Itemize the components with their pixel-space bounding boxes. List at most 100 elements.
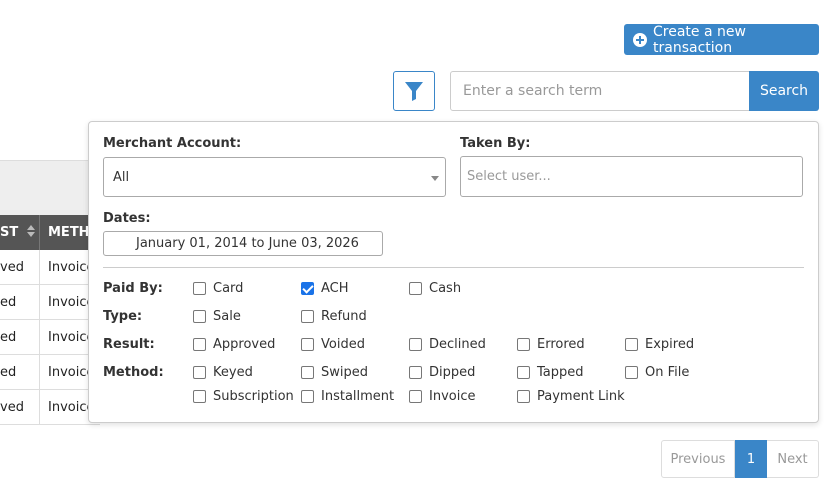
checkbox-cash[interactable]: Cash (409, 281, 461, 296)
checkbox-label: Dipped (429, 365, 476, 380)
checkbox-declined[interactable]: Declined (409, 337, 486, 352)
checkbox-box[interactable] (193, 282, 206, 295)
checkbox-label: Cash (429, 281, 462, 296)
column-header-label: ST (0, 225, 19, 240)
pagination: Previous 1 Next (661, 440, 819, 478)
table-row[interactable]: ved Invoice (0, 390, 100, 425)
taken-by-select[interactable]: Select user... (460, 156, 803, 197)
checkbox-label: On File (645, 365, 690, 380)
table-cell-status: ed (0, 355, 40, 390)
checkbox-swiped[interactable]: Swiped (301, 365, 368, 380)
checkbox-keyed[interactable]: Keyed (193, 365, 253, 380)
checkbox-box[interactable] (301, 366, 314, 379)
table-cell-status: ed (0, 285, 40, 320)
checkbox-label: Declined (429, 337, 486, 352)
checkbox-sale[interactable]: Sale (193, 309, 241, 324)
checkbox-label: Tapped (537, 365, 584, 380)
table-row[interactable]: ed Invoice (0, 285, 100, 320)
checkbox-payment-link[interactable]: Payment Link (517, 389, 625, 404)
checkbox-subscription[interactable]: Subscription (193, 389, 294, 404)
checkbox-box[interactable] (517, 338, 530, 351)
date-range-input[interactable]: January 01, 2014 to June 03, 2026 (103, 231, 383, 256)
checkbox-label: Swiped (321, 365, 368, 380)
checkbox-box[interactable] (301, 310, 314, 323)
table-cell-status: ved (0, 250, 40, 285)
checkbox-box[interactable] (193, 310, 206, 323)
table-header: ST METHO (0, 215, 101, 250)
checkbox-label: Card (213, 281, 244, 296)
checkbox-label: Refund (321, 309, 367, 324)
checkbox-box[interactable] (301, 390, 314, 403)
checkbox-label: ACH (321, 281, 349, 296)
pagination-previous[interactable]: Previous (661, 440, 735, 478)
checkbox-dipped[interactable]: Dipped (409, 365, 475, 380)
checkbox-box[interactable] (193, 390, 206, 403)
checkbox-box[interactable] (409, 338, 422, 351)
checkbox-installment[interactable]: Installment (301, 389, 394, 404)
checkbox-label: Keyed (213, 365, 253, 380)
merchant-account-select[interactable]: All (103, 157, 446, 197)
search-input[interactable] (450, 71, 750, 111)
checkbox-box[interactable] (409, 366, 422, 379)
checkbox-voided[interactable]: Voided (301, 337, 365, 352)
create-transaction-label: Create a new transaction (653, 23, 746, 56)
divider (103, 267, 804, 268)
filter-icon (405, 82, 423, 101)
checkbox-approved[interactable]: Approved (193, 337, 275, 352)
checkbox-expired[interactable]: Expired (625, 337, 694, 352)
table-cell-status: ed (0, 320, 40, 355)
checkbox-card[interactable]: Card (193, 281, 243, 296)
checkbox-on-file[interactable]: On File (625, 365, 689, 380)
checkbox-refund[interactable]: Refund (301, 309, 367, 324)
method-label: Method: (103, 365, 164, 380)
table-cell-status: ved (0, 390, 40, 425)
filter-toggle-button[interactable] (393, 71, 435, 111)
sort-icon (27, 225, 35, 237)
checkbox-box[interactable] (409, 282, 422, 295)
table-row[interactable]: ed Invoice (0, 355, 100, 390)
checkbox-box[interactable] (517, 366, 530, 379)
checkbox-label: Payment Link (537, 389, 625, 404)
checkbox-box[interactable] (193, 338, 206, 351)
filter-panel: Merchant Account: All Taken By: Select u… (88, 121, 819, 423)
taken-by-placeholder: Select user... (467, 169, 551, 184)
checkbox-box[interactable] (301, 338, 314, 351)
type-label: Type: (103, 309, 143, 324)
checkbox-label: Errored (537, 337, 585, 352)
merchant-account-label: Merchant Account: (103, 136, 242, 151)
checkbox-label: Voided (321, 337, 365, 352)
checkbox-invoice[interactable]: Invoice (409, 389, 475, 404)
pagination-next[interactable]: Next (767, 440, 819, 478)
pagination-page-current[interactable]: 1 (735, 440, 767, 478)
dates-label: Dates: (103, 211, 151, 226)
checkbox-label: Installment (321, 389, 395, 404)
merchant-account-value: All (113, 169, 130, 185)
search-button[interactable]: Search (749, 71, 819, 111)
table-toolbar (0, 160, 100, 215)
checkbox-tapped[interactable]: Tapped (517, 365, 584, 380)
create-transaction-button[interactable]: Create a new transaction (624, 23, 819, 56)
table-row[interactable]: ed Invoice (0, 320, 100, 355)
checkbox-errored[interactable]: Errored (517, 337, 585, 352)
checkbox-label: Sale (213, 309, 241, 324)
checkbox-box[interactable] (193, 366, 206, 379)
plus-circle-icon (633, 32, 647, 47)
column-header-status[interactable]: ST (0, 215, 40, 250)
checkbox-label: Expired (645, 337, 695, 352)
table-row[interactable]: ved Invoice (0, 250, 100, 285)
checkbox-label: Invoice (429, 389, 476, 404)
taken-by-label: Taken By: (460, 136, 531, 151)
checkbox-box[interactable] (301, 282, 314, 295)
checkbox-box[interactable] (517, 390, 530, 403)
search-button-label: Search (759, 83, 809, 99)
date-range-value: January 01, 2014 to June 03, 2026 (136, 236, 359, 251)
paid-by-label: Paid By: (103, 281, 163, 296)
checkbox-ach[interactable]: ACH (301, 281, 349, 296)
checkbox-box[interactable] (625, 338, 638, 351)
checkbox-label: Approved (213, 337, 276, 352)
checkbox-box[interactable] (625, 366, 638, 379)
result-label: Result: (103, 337, 155, 352)
caret-down-icon (431, 176, 439, 181)
checkbox-box[interactable] (409, 390, 422, 403)
checkbox-label: Subscription (213, 389, 294, 404)
